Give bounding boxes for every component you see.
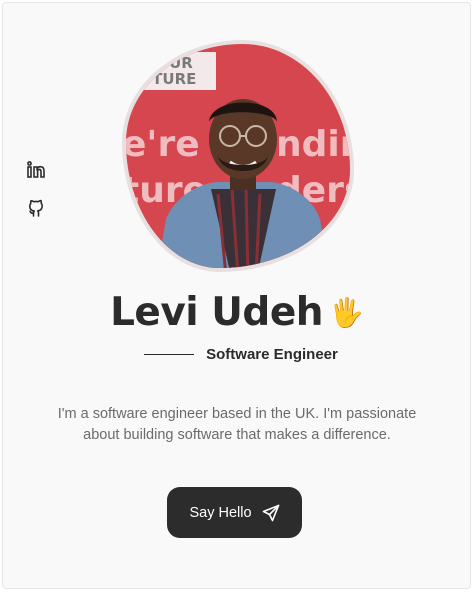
send-icon [262, 504, 279, 521]
profile-role: Software Engineer [206, 346, 338, 363]
say-hello-button[interactable]: Say Hello [167, 487, 302, 538]
avatar-photo: YOUR UTURE e're nding ture ders [122, 40, 354, 272]
wave-emoji: 🖐️ [329, 296, 364, 328]
linkedin-icon [27, 161, 45, 178]
github-link[interactable] [26, 198, 46, 218]
role-subtitle: Software Engineer [0, 346, 474, 363]
github-icon [29, 199, 43, 217]
backdrop-sign-top-2: UTURE [140, 70, 196, 88]
say-hello-label: Say Hello [189, 504, 252, 521]
name-heading: Levi Udeh 🖐️ [0, 290, 474, 335]
backdrop-sign-middle: e're [126, 124, 200, 165]
profile-bio: I'm a software engineer based in the UK.… [57, 406, 417, 443]
avatar-illustration: YOUR UTURE e're nding ture ders [126, 44, 354, 268]
profile-name: Levi Udeh [110, 290, 324, 335]
role-divider [144, 354, 195, 355]
backdrop-sign-middle-2: nding [276, 124, 354, 165]
social-links [26, 160, 46, 218]
linkedin-link[interactable] [26, 160, 46, 180]
avatar: YOUR UTURE e're nding ture ders [122, 40, 354, 272]
